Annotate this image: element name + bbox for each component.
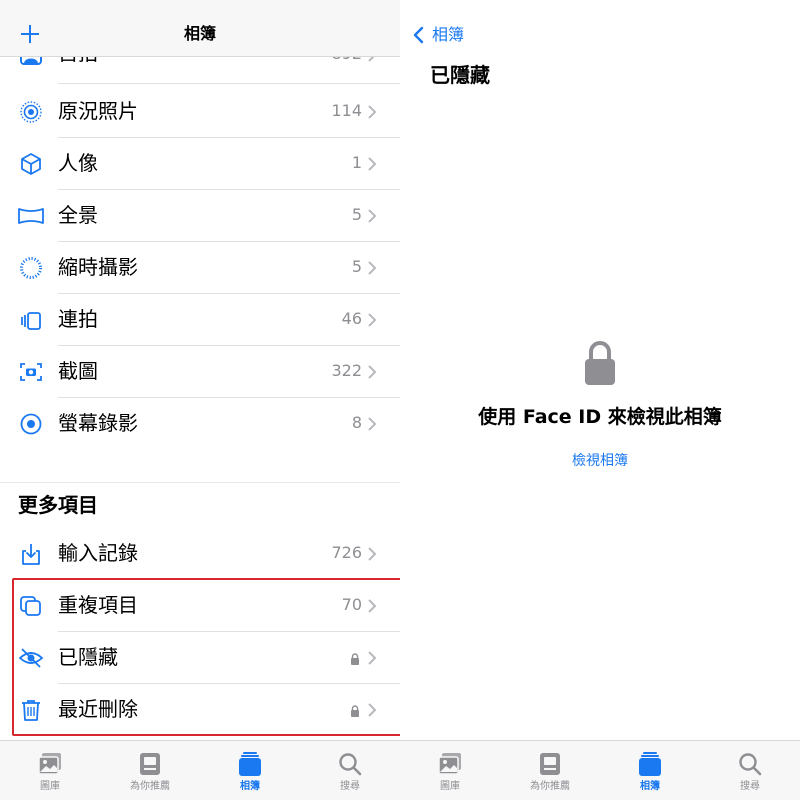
album-row-count: 5	[351, 257, 362, 276]
row-divider	[58, 83, 400, 84]
album-row-label: 原況照片	[58, 99, 138, 123]
tab-label: 圖庫	[440, 781, 460, 792]
tab-for-you[interactable]: 為你推薦	[100, 741, 200, 800]
burst-icon	[18, 308, 44, 332]
chevron-right-icon	[368, 417, 377, 431]
chevron-right-icon	[368, 313, 377, 327]
chevron-right-icon	[368, 209, 377, 223]
view-album-button[interactable]: 檢視相簿	[400, 451, 800, 471]
album-row-hidden[interactable]: 已隱藏	[0, 632, 400, 684]
timelapse-icon	[18, 256, 44, 280]
back-button-label: 相簿	[432, 25, 465, 44]
portrait-cube-icon	[18, 152, 44, 176]
tab-label: 相簿	[640, 781, 660, 792]
for-you-icon	[540, 753, 560, 775]
album-row-screenshots[interactable]: 截圖 322	[0, 346, 400, 398]
album-row-count: 8	[351, 413, 362, 432]
album-row-count: 114	[331, 101, 362, 120]
chevron-right-icon	[368, 105, 377, 119]
tab-label: 相簿	[240, 781, 260, 792]
album-row-label: 人像	[58, 151, 98, 175]
album-row-imports[interactable]: 輸入記錄 726	[0, 528, 400, 580]
page-title: 相簿	[183, 24, 216, 43]
album-row-live-photos[interactable]: 原況照片 114	[0, 86, 400, 138]
section-divider	[0, 482, 400, 483]
chevron-right-icon	[368, 261, 377, 275]
chevron-right-icon	[368, 651, 377, 665]
page-title: 已隱藏	[430, 63, 490, 87]
album-row-panoramas[interactable]: 全景 5	[0, 190, 400, 242]
live-photo-icon	[18, 100, 44, 124]
album-row-label: 已隱藏	[58, 645, 118, 669]
import-icon	[18, 542, 44, 566]
tab-label: 為你推薦	[530, 781, 570, 792]
duplicates-icon	[18, 594, 44, 618]
albums-icon	[639, 752, 661, 776]
chevron-left-icon	[413, 26, 424, 44]
screen-recording-icon	[18, 412, 44, 436]
library-icon	[38, 753, 61, 775]
tab-label: 搜尋	[340, 781, 360, 792]
album-row-count: 46	[341, 309, 362, 328]
hidden-album-panel: 相簿 已隱藏 使用 Face ID 來檢視此相簿 檢視相簿 圖庫 為你推薦 相簿…	[400, 0, 800, 800]
albums-panel: 自拍 892 原況照片 114 人像 1 全景 5	[0, 0, 400, 800]
navigation-bar: 相簿	[0, 0, 400, 57]
chevron-right-icon	[368, 365, 377, 379]
search-icon	[339, 753, 362, 776]
tab-bar: 圖庫 為你推薦 相簿 搜尋	[0, 740, 400, 800]
chevron-right-icon	[368, 599, 377, 613]
album-row-screen-recordings[interactable]: 螢幕錄影 8	[0, 398, 400, 450]
tab-library[interactable]: 圖庫	[400, 741, 500, 800]
screenshot-icon	[18, 360, 44, 384]
tab-albums[interactable]: 相簿	[200, 741, 300, 800]
album-row-label: 重複項目	[58, 593, 138, 617]
tab-search[interactable]: 搜尋	[700, 741, 800, 800]
tab-library[interactable]: 圖庫	[0, 741, 100, 800]
album-row-label: 全景	[58, 203, 98, 227]
hidden-eye-icon	[18, 646, 44, 670]
faceid-prompt: 使用 Face ID 來檢視此相簿	[478, 406, 722, 428]
lock-icon	[585, 341, 615, 385]
album-row-label: 螢幕錄影	[58, 411, 138, 435]
lock-icon	[351, 705, 359, 717]
chevron-right-icon	[368, 547, 377, 561]
album-row-bursts[interactable]: 連拍 46	[0, 294, 400, 346]
album-row-count: 1	[351, 153, 362, 172]
album-row-duplicates[interactable]: 重複項目 70	[0, 580, 400, 632]
album-row-label: 輸入記錄	[58, 541, 138, 565]
for-you-icon	[140, 753, 160, 775]
album-row-timelapse[interactable]: 縮時攝影 5	[0, 242, 400, 294]
tab-bar: 圖庫 為你推薦 相簿 搜尋	[400, 740, 800, 800]
trash-icon	[18, 698, 44, 722]
album-row-portrait[interactable]: 人像 1	[0, 138, 400, 190]
album-row-label: 最近刪除	[58, 697, 138, 721]
album-row-recently-deleted[interactable]: 最近刪除	[0, 684, 400, 736]
search-icon	[739, 753, 762, 776]
lock-icon	[351, 653, 359, 665]
tab-label: 搜尋	[740, 781, 760, 792]
chevron-right-icon	[368, 157, 377, 171]
tab-search[interactable]: 搜尋	[300, 741, 400, 800]
album-row-label: 連拍	[58, 307, 98, 331]
album-row-count: 726	[331, 543, 362, 562]
albums-icon	[239, 752, 261, 776]
album-row-label: 截圖	[58, 359, 98, 383]
library-icon	[438, 753, 461, 775]
album-row-count: 70	[341, 595, 362, 614]
album-row-label: 縮時攝影	[58, 255, 138, 279]
chevron-right-icon	[368, 703, 377, 717]
back-button[interactable]: 相簿	[412, 24, 492, 46]
panorama-icon	[18, 204, 44, 228]
section-header-more-items: 更多項目	[18, 493, 98, 517]
tab-albums[interactable]: 相簿	[600, 741, 700, 800]
album-row-count: 322	[331, 361, 362, 380]
tab-label: 為你推薦	[130, 781, 170, 792]
album-row-count: 5	[351, 205, 362, 224]
tab-label: 圖庫	[40, 781, 60, 792]
tab-for-you[interactable]: 為你推薦	[500, 741, 600, 800]
